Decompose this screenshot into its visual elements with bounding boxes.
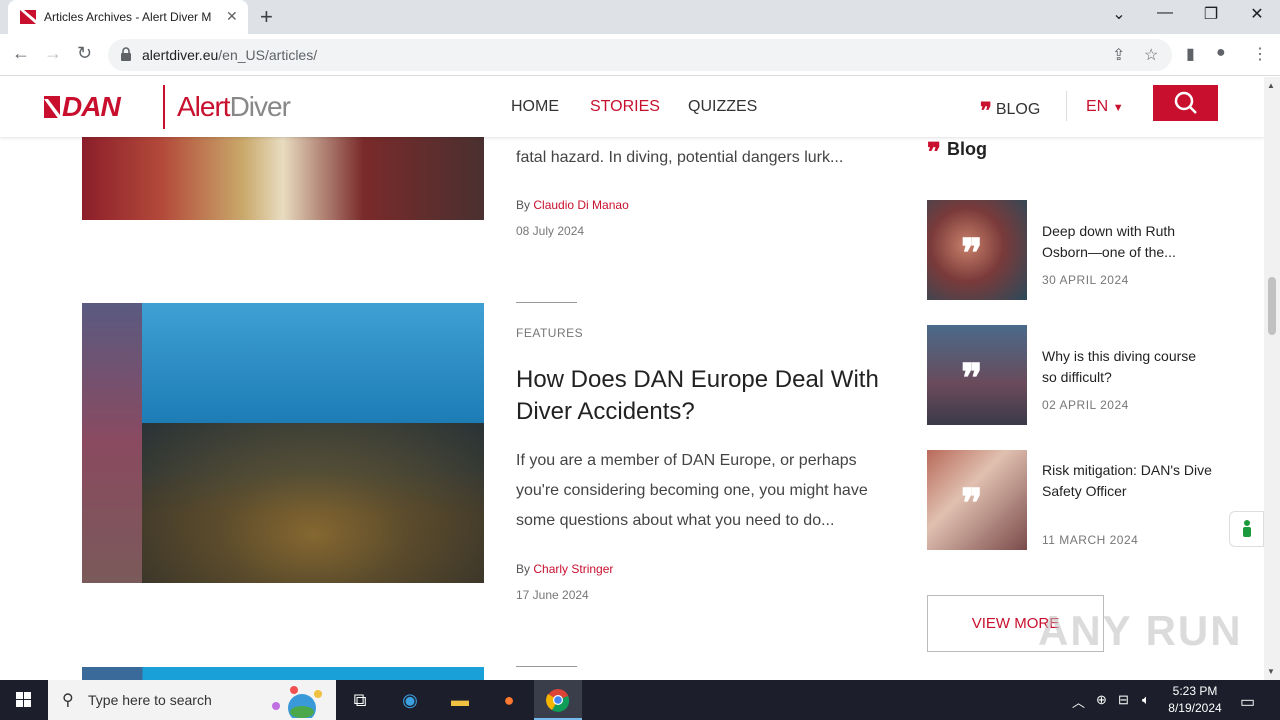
browser-toolbar: ← → ↻ alertdiver.eu/en_US/articles/ ⇪ ☆ … [0, 34, 1280, 76]
taskbar-clock[interactable]: 5:23 PM 8/19/2024 [1160, 683, 1230, 717]
search-button[interactable] [1153, 85, 1218, 121]
article-image-next[interactable] [82, 667, 484, 680]
blog-post-title[interactable]: Why is this diving course so difficult? [1042, 346, 1212, 388]
article-excerpt: If you are a member of DAN Europe, or pe… [516, 452, 868, 529]
nav-blog[interactable]: ❞ BLOG [980, 98, 1040, 124]
start-button[interactable] [0, 680, 48, 720]
profile-avatar-icon[interactable]: ● [1216, 44, 1226, 62]
windows-taskbar: ⚲ Type here to search ⧉ ◉ ▬ ● ︿ ⊕ ⊟ 🔈︎ 5… [0, 680, 1280, 720]
task-view-icon[interactable]: ⧉ [336, 680, 384, 720]
quote-icon: ❞ [961, 480, 983, 527]
quote-icon: ❞ [927, 138, 941, 168]
volume-icon[interactable]: 🔈︎ [1142, 692, 1150, 708]
browser-tab-strip: Articles Archives - Alert Diver M ✕ + ⌄ … [0, 0, 1280, 34]
tray-chevron-icon[interactable]: ︿ [1072, 692, 1085, 711]
divider [516, 666, 577, 667]
site-header: DAN AlertDiver HOME STORIES QUIZZES ❞ BLO… [0, 77, 1264, 137]
browser-tab[interactable]: Articles Archives - Alert Diver M ✕ [8, 0, 248, 34]
windows-logo-icon [16, 692, 31, 707]
article-image-coral[interactable] [82, 137, 484, 220]
blog-post-title[interactable]: Deep down with Ruth Osborn—one of the... [1042, 221, 1212, 263]
article-excerpt: fatal hazard. In diving, potential dange… [516, 149, 844, 166]
firefox-icon[interactable]: ● [485, 680, 533, 720]
blog-post-date: 11 MARCH 2024 [1042, 533, 1139, 547]
article-image-reef[interactable] [82, 303, 484, 583]
search-icon [1174, 91, 1197, 114]
menu-kebab-icon[interactable]: ⋮ [1252, 44, 1268, 64]
side-panel-icon[interactable]: ▮ [1186, 44, 1195, 64]
quote-icon: ❞ [980, 98, 992, 124]
blog-post-date: 02 APRIL 2024 [1042, 398, 1129, 412]
restore-icon[interactable]: ❐ [1188, 4, 1234, 24]
tab-search-icon[interactable]: ⌄ [1096, 4, 1142, 24]
meet-now-icon[interactable]: ⊕ [1096, 692, 1107, 708]
article-title[interactable]: How Does DAN Europe Deal With Diver Acci… [516, 364, 896, 428]
dive-flag-icon [44, 96, 60, 118]
blog-thumbnail[interactable]: ❞ [927, 200, 1027, 300]
chrome-icon[interactable] [534, 680, 582, 720]
tab-title: Articles Archives - Alert Diver M [44, 10, 212, 24]
taskbar-search-box[interactable]: ⚲ Type here to search [48, 680, 336, 720]
accessibility-widget-button[interactable] [1229, 511, 1264, 547]
network-icon[interactable]: ⊟ [1118, 692, 1129, 708]
blog-thumbnail[interactable]: ❞ [927, 325, 1027, 425]
url-text: alertdiver.eu/en_US/articles/ [142, 47, 318, 63]
address-bar[interactable]: alertdiver.eu/en_US/articles/ ⇪ ☆ [108, 39, 1172, 71]
edge-icon[interactable]: ◉ [386, 680, 434, 720]
article-date: 08 July 2024 [516, 224, 585, 238]
divider [516, 302, 577, 303]
lock-icon [121, 47, 131, 61]
reload-icon[interactable]: ↻ [77, 43, 92, 64]
quote-icon: ❞ [961, 230, 983, 277]
author-link[interactable]: Charly Stringer [533, 562, 613, 576]
share-icon[interactable]: ⇪ [1112, 45, 1125, 65]
notifications-icon[interactable]: ▭ [1240, 692, 1255, 712]
dan-favicon-icon [20, 10, 36, 24]
sidebar-heading: ❞ Blog [927, 138, 987, 168]
nav-stories[interactable]: STORIES [590, 98, 660, 116]
article-byline: By Claudio Di Manao [516, 198, 629, 212]
close-window-icon[interactable]: ✕ [1234, 4, 1280, 24]
scroll-thumb[interactable] [1268, 277, 1276, 335]
file-explorer-icon[interactable]: ▬ [436, 680, 484, 720]
search-highlight-icon [272, 686, 322, 718]
tab-close-icon[interactable]: ✕ [226, 8, 238, 25]
minimize-icon[interactable]: — [1142, 4, 1188, 22]
blog-post-date: 30 APRIL 2024 [1042, 273, 1129, 287]
dan-logo[interactable]: DAN [44, 91, 121, 123]
bookmark-star-icon[interactable]: ☆ [1144, 45, 1158, 65]
anyrun-watermark: ANY RUN [1038, 607, 1243, 654]
blog-thumbnail[interactable]: ❞ [927, 450, 1027, 550]
alert-diver-logo[interactable]: AlertDiver [177, 91, 291, 123]
nav-home[interactable]: HOME [511, 98, 559, 116]
article-category[interactable]: FEATURES [516, 326, 583, 340]
caret-down-icon: ▼ [1112, 102, 1124, 114]
language-selector[interactable]: EN ▼ [1086, 98, 1124, 116]
page-scrollbar[interactable]: ▲ ▼ [1264, 77, 1280, 680]
blog-post-title[interactable]: Risk mitigation: DAN's Dive Safety Offic… [1042, 460, 1212, 502]
back-icon[interactable]: ← [12, 43, 30, 64]
author-link[interactable]: Claudio Di Manao [533, 198, 628, 212]
search-icon: ⚲ [62, 692, 74, 709]
article-date: 17 June 2024 [516, 588, 589, 602]
scroll-down-icon[interactable]: ▼ [1267, 667, 1275, 676]
scroll-up-icon[interactable]: ▲ [1267, 81, 1275, 90]
nav-quizzes[interactable]: QUIZZES [688, 98, 757, 116]
article-byline: By Charly Stringer [516, 562, 614, 576]
quote-icon: ❞ [961, 355, 983, 402]
accessibility-icon [1243, 520, 1251, 537]
web-page: fatal hazard. In diving, potential dange… [0, 77, 1264, 680]
forward-icon[interactable]: → [44, 43, 62, 64]
new-tab-icon[interactable]: + [260, 4, 273, 30]
